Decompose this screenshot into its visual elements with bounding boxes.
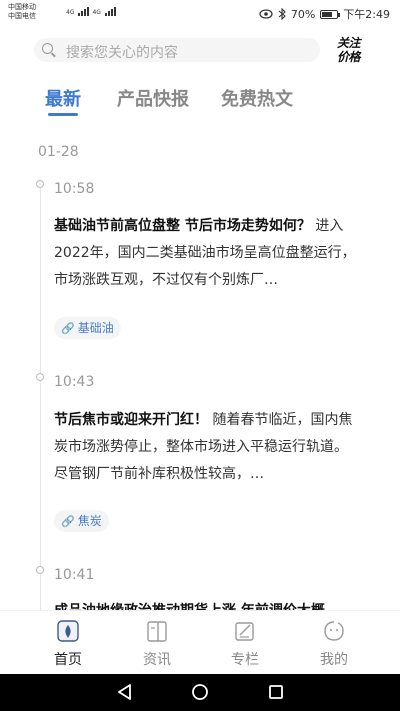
system-navigation-bar bbox=[0, 674, 400, 711]
search-icon bbox=[42, 43, 53, 54]
article-title: 节后焦市或迎来开门红！ bbox=[54, 412, 208, 428]
battery-icon bbox=[320, 9, 341, 19]
nav-profile[interactable]: 我的 bbox=[294, 611, 374, 675]
article-tag[interactable]: 🔗 焦炭 bbox=[54, 510, 109, 532]
nav-news[interactable]: 资讯 bbox=[117, 611, 197, 675]
clock: 下午2:49 bbox=[343, 8, 390, 21]
nav-home[interactable]: 首页 bbox=[28, 611, 108, 675]
article-item[interactable]: 基础油节前高位盘整 节后市场走势如何？ 进入2022年，国内二类基础油市场呈高位… bbox=[54, 213, 358, 294]
article-title[interactable]: 成品油地缘政治推动期货上涨 年前调价大概 bbox=[54, 600, 325, 610]
network-type-2: 4G bbox=[92, 9, 101, 16]
carrier-labels: 中国移动 中国电信 bbox=[8, 3, 36, 21]
column-icon bbox=[235, 622, 254, 641]
app-logo[interactable]: 关注 价格 bbox=[337, 36, 367, 64]
bottom-navigation: 首页 资讯 专栏 我的 bbox=[0, 610, 400, 674]
carrier-2: 中国电信 bbox=[8, 12, 36, 20]
nav-label: 首页 bbox=[54, 652, 82, 668]
active-tab-indicator bbox=[48, 113, 78, 116]
timeline-dot bbox=[36, 373, 44, 381]
search-input[interactable]: 搜索您关心的内容 bbox=[34, 38, 320, 62]
news-feed[interactable]: 01-28 10:58 基础油节前高位盘整 节后市场走势如何？ 进入2022年，… bbox=[0, 130, 400, 610]
logo-line-1: 关注 bbox=[337, 36, 361, 50]
timeline-line bbox=[40, 182, 41, 610]
back-icon[interactable] bbox=[116, 683, 134, 701]
bluetooth-icon bbox=[278, 8, 286, 20]
article-item[interactable]: 节后焦市或迎来开门红！ 随着春节临近，国内焦炭市场涨势停止，整体市场进入平稳运行… bbox=[54, 407, 358, 488]
article-title: 基础油节前高位盘整 节后市场走势如何？ bbox=[54, 218, 311, 234]
home-button-icon[interactable] bbox=[191, 683, 209, 701]
battery-fill bbox=[322, 11, 333, 17]
tab-latest[interactable]: 最新 bbox=[45, 85, 81, 111]
timeline-dot bbox=[36, 566, 44, 574]
home-icon bbox=[57, 620, 79, 642]
nav-column[interactable]: 专栏 bbox=[205, 611, 285, 675]
tab-product-news[interactable]: 产品快报 bbox=[117, 85, 189, 111]
item-time: 10:58 bbox=[54, 181, 95, 197]
profile-icon bbox=[324, 621, 344, 641]
tag-label: 基础油 bbox=[77, 321, 114, 335]
signal-icon bbox=[78, 7, 90, 16]
link-icon: 🔗 bbox=[61, 515, 75, 528]
search-placeholder: 搜索您关心的内容 bbox=[66, 45, 178, 61]
link-icon: 🔗 bbox=[61, 322, 75, 335]
battery-percent: 70% bbox=[290, 7, 316, 21]
item-time: 10:41 bbox=[54, 567, 95, 583]
carrier-1: 中国移动 bbox=[8, 3, 36, 11]
item-time: 10:43 bbox=[54, 374, 95, 390]
article-tag[interactable]: 🔗 基础油 bbox=[54, 317, 121, 339]
timeline-dot bbox=[36, 180, 44, 188]
signal-icon bbox=[104, 7, 116, 16]
nav-label: 我的 bbox=[320, 652, 348, 668]
status-right: 70% 下午2:49 bbox=[259, 6, 390, 22]
nav-label: 专栏 bbox=[231, 652, 259, 668]
news-icon bbox=[147, 621, 167, 642]
network-type-1: 4G bbox=[66, 9, 75, 16]
tab-bar: 最新 产品快报 免费热文 bbox=[0, 85, 400, 125]
nav-label: 资讯 bbox=[143, 652, 171, 668]
tag-label: 焦炭 bbox=[77, 514, 102, 528]
feed-date: 01-28 bbox=[38, 144, 79, 160]
eye-icon bbox=[259, 9, 273, 19]
recents-icon[interactable] bbox=[267, 683, 285, 701]
logo-line-2: 价格 bbox=[337, 50, 361, 64]
signal-indicators: 4G 4G bbox=[66, 7, 116, 16]
tab-free-articles[interactable]: 免费热文 bbox=[221, 85, 293, 111]
status-bar: 中国移动 中国电信 4G 4G 70% 下午2:49 bbox=[0, 0, 400, 28]
